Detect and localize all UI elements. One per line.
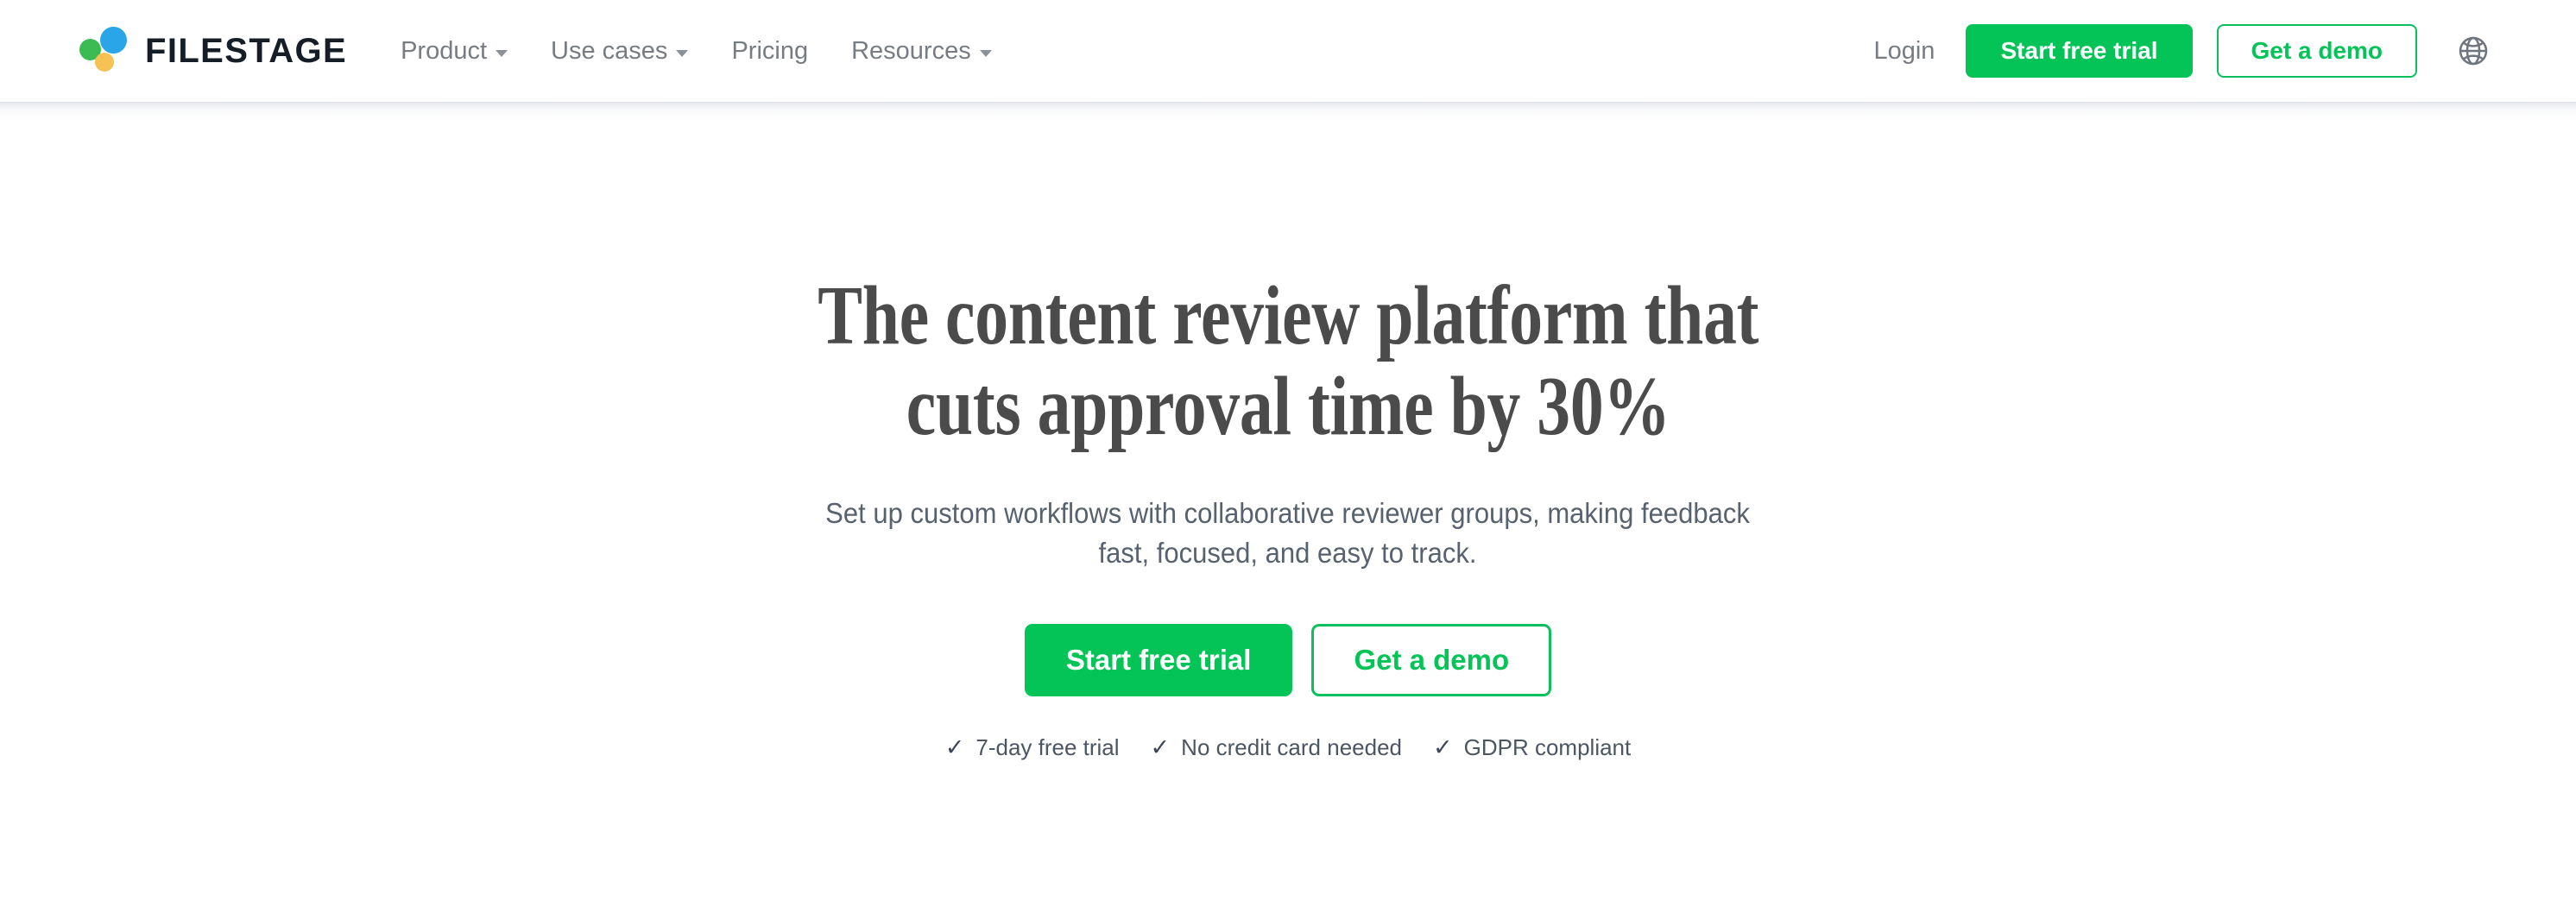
benefit-label: No credit card needed bbox=[1181, 734, 1402, 761]
hero-subtitle: Set up custom workflows with collaborati… bbox=[825, 496, 1751, 570]
hero-start-free-trial-button[interactable]: Start free trial bbox=[1024, 624, 1293, 697]
nav-item-use-cases[interactable]: Use cases bbox=[551, 36, 689, 66]
header-actions: Login Start free trial Get a demo bbox=[1866, 24, 2497, 78]
nav-item-pricing[interactable]: Pricing bbox=[731, 37, 808, 66]
yellow-dot bbox=[95, 53, 114, 72]
main-navigation: Product Use cases Pricing Resources bbox=[401, 37, 992, 66]
check-icon: ✓ bbox=[1433, 734, 1453, 761]
globe-icon bbox=[2459, 36, 2488, 66]
logo-mark bbox=[79, 27, 128, 75]
site-header: FILESTAGE Product Use cases Pricing Reso… bbox=[0, 0, 2576, 121]
nav-item-label: Resources bbox=[851, 36, 971, 65]
header-get-a-demo-button[interactable]: Get a demo bbox=[2216, 24, 2417, 78]
logo-wordmark: FILESTAGE bbox=[145, 31, 348, 70]
benefit-item-no-credit-card: ✓ No credit card needed bbox=[1151, 734, 1402, 761]
nav-item-label: Pricing bbox=[731, 36, 809, 65]
blue-dot bbox=[100, 27, 127, 54]
login-link[interactable]: Login bbox=[1866, 37, 1941, 66]
benefit-item-gdpr: ✓ GDPR compliant bbox=[1433, 734, 1631, 761]
benefit-item-free-trial: ✓ 7-day free trial bbox=[945, 734, 1120, 761]
benefit-label: 7-day free trial bbox=[975, 734, 1120, 761]
nav-item-resources[interactable]: Resources bbox=[851, 37, 992, 66]
nav-item-product[interactable]: Product bbox=[401, 37, 508, 66]
hero-get-a-demo-button[interactable]: Get a demo bbox=[1311, 624, 1552, 697]
hero-cta-group: Start free trial Get a demo bbox=[1024, 624, 1552, 697]
chevron-down-icon bbox=[979, 49, 992, 57]
hero-section: The content review platform that cuts ap… bbox=[0, 102, 2576, 761]
chevron-down-icon bbox=[496, 49, 508, 57]
check-icon: ✓ bbox=[1150, 734, 1171, 761]
hero-benefits-list: ✓ 7-day free trial ✓ No credit card need… bbox=[945, 734, 1632, 761]
check-icon: ✓ bbox=[944, 734, 965, 761]
nav-item-label: Use cases bbox=[551, 36, 668, 65]
logo[interactable]: FILESTAGE bbox=[79, 27, 347, 75]
chevron-down-icon bbox=[676, 49, 689, 57]
header-start-free-trial-button[interactable]: Start free trial bbox=[1966, 24, 2193, 78]
page-title: The content review platform that cuts ap… bbox=[817, 269, 1758, 452]
language-switcher-button[interactable] bbox=[2450, 28, 2497, 74]
nav-item-label: Product bbox=[401, 36, 488, 65]
benefit-label: GDPR compliant bbox=[1463, 734, 1632, 761]
